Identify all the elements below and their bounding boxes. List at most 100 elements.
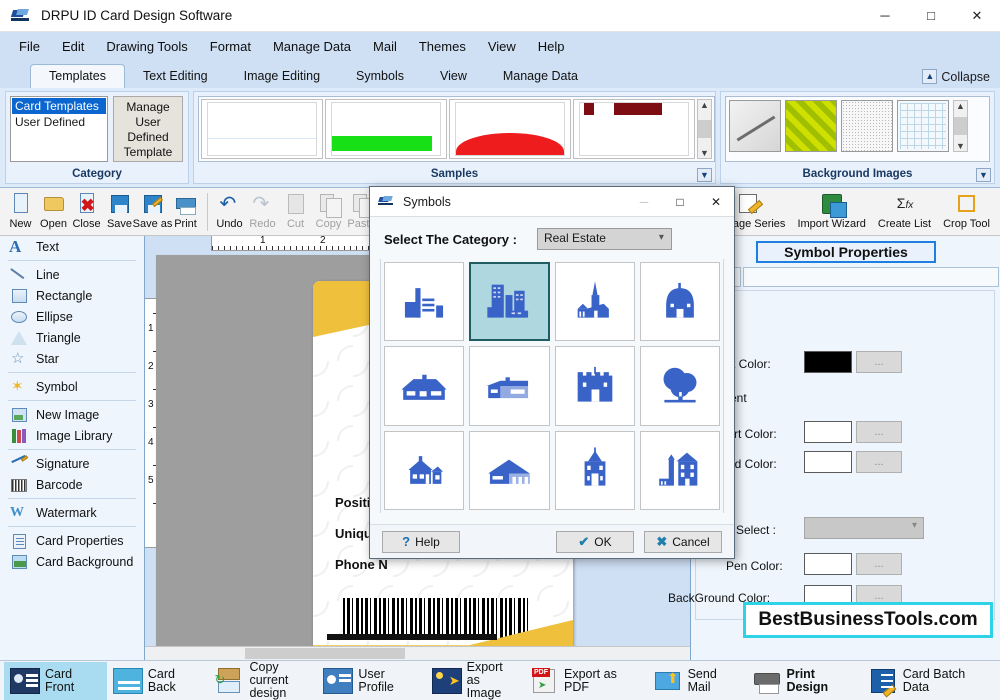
symbol-castle-icon[interactable] [554,346,635,426]
menu-view[interactable]: View [477,36,527,57]
tab-templates[interactable]: Templates [30,64,125,89]
bottom-user-profile-button[interactable]: User Profile [317,662,425,700]
symbol-bungalow-icon[interactable] [469,430,550,510]
scroll-up-icon[interactable]: ▲ [956,101,965,111]
card-field-phone[interactable]: Phone N [335,557,388,572]
menu-mail[interactable]: Mail [362,36,408,57]
background-image-4[interactable] [897,100,949,152]
symbol-tree-icon[interactable] [639,346,720,426]
tool-card-background[interactable]: Card Background [0,551,144,572]
pen-color-swatch[interactable] [804,553,852,575]
background-image-3[interactable] [841,100,893,152]
symbol-chapel-icon[interactable] [554,430,635,510]
tool-ellipse[interactable]: Ellipse [0,306,144,327]
menu-format[interactable]: Format [199,36,262,57]
toolbar-import-wizard-button[interactable]: Import Wizard [791,189,871,235]
select-color-swatch[interactable] [804,351,852,373]
scroll-thumb[interactable] [245,648,405,659]
fill-style-select[interactable] [804,517,924,539]
symbols-minimize-button[interactable]: ─ [626,187,662,216]
scroll-thumb[interactable] [954,117,967,135]
tool-triangle[interactable]: Triangle [0,327,144,348]
tab-symbols[interactable]: Symbols [338,65,422,88]
card-barcode[interactable] [343,598,528,638]
bottom-card-batch-data-button[interactable]: Card Batch Data [862,662,996,700]
toolbar-copy-button[interactable]: Copy [312,189,345,235]
toolbar-crop-tool-button[interactable]: Crop Tool [937,189,996,235]
bottom-card-front-button[interactable]: Card Front [4,661,107,700]
symbol-church-steeple-icon[interactable] [554,262,635,342]
menu-file[interactable]: File [8,36,51,57]
manage-user-defined-template-button[interactable]: Manage User Defined Template [113,96,183,162]
toolbar-open-button[interactable]: Open [37,189,70,235]
symbol-barn-icon[interactable] [639,262,720,342]
toolbar-save-as-button[interactable]: Save as [133,189,172,235]
category-list[interactable]: Card Templates User Defined [10,96,108,162]
tab-image-editing[interactable]: Image Editing [226,65,338,88]
toolbar-save-button[interactable]: Save [103,189,136,235]
cancel-button[interactable]: ✖ Cancel [644,530,722,553]
bottom-send-mail-button[interactable]: Send Mail [647,662,746,700]
background-images-gallery[interactable]: ▲ ▼ [725,96,990,162]
tool-star[interactable]: ☆ Star [0,348,144,369]
tool-watermark[interactable]: W Watermark [0,502,144,523]
symbol-modern-house-icon[interactable] [469,346,550,426]
toolbar-print-button[interactable]: Print [169,189,202,235]
canvas-horizontal-scrollbar[interactable] [145,646,690,660]
tool-new-image[interactable]: New Image [0,404,144,425]
tool-image-library[interactable]: Image Library [0,425,144,446]
symbol-ranch-house-icon[interactable] [384,346,465,426]
toolbar-redo-button[interactable]: ↷ Redo [246,189,279,235]
bottom-export-pdf-button[interactable]: Export as PDF [523,662,647,700]
samples-more-button[interactable]: ▼ [697,168,712,182]
menu-help[interactable]: Help [527,36,576,57]
tool-card-properties[interactable]: Card Properties [0,530,144,551]
toolbar-new-button[interactable]: New [4,189,37,235]
samples-gallery[interactable]: ▲ ▼ [198,96,715,162]
symbol-city-buildings-icon[interactable] [469,262,550,342]
help-button[interactable]: ? Help [382,530,460,553]
end-color-swatch[interactable] [804,451,852,473]
category-option-card-templates[interactable]: Card Templates [12,98,106,114]
scroll-thumb[interactable] [698,120,711,138]
bottom-card-back-button[interactable]: Card Back [107,662,209,700]
ok-button[interactable]: ✔ OK [556,530,634,553]
minimize-button[interactable]: ─ [862,0,908,32]
sample-template-1[interactable] [201,99,323,159]
sample-template-2[interactable] [325,99,447,159]
symbol-factory-icon[interactable] [384,262,465,342]
end-color-browse-button[interactable]: ... [856,451,902,473]
background-image-1[interactable] [729,100,781,152]
start-color-swatch[interactable] [804,421,852,443]
sample-template-3[interactable] [449,99,571,159]
toolbar-create-list-button[interactable]: Σfx Create List [872,189,937,235]
menu-edit[interactable]: Edit [51,36,95,57]
tab-manage-data[interactable]: Manage Data [485,65,596,88]
tool-symbol[interactable]: ✶ Symbol [0,376,144,397]
sample-template-4[interactable] [573,99,695,159]
symbol-cottage-icon[interactable] [384,430,465,510]
toolbar-undo-button[interactable]: ↶ Undo [213,189,246,235]
symbol-mansion-icon[interactable] [639,430,720,510]
tool-barcode[interactable]: Barcode [0,474,144,495]
tool-signature[interactable]: Signature [0,453,144,474]
tab-text-editing[interactable]: Text Editing [125,65,226,88]
category-dropdown[interactable]: Real Estate [536,228,672,250]
properties-tab-secondary[interactable] [743,267,999,287]
scroll-down-icon[interactable]: ▼ [700,148,709,158]
symbols-maximize-button[interactable]: □ [662,187,698,216]
symbols-close-button[interactable]: ✕ [698,187,734,216]
samples-scrollbar[interactable]: ▲ ▼ [697,99,712,159]
pen-color-browse-button[interactable]: ... [856,553,902,575]
bottom-export-image-button[interactable]: Export as Image [426,661,523,700]
bottom-copy-design-button[interactable]: ↻ Copy current design [208,661,317,700]
close-button[interactable]: ✕ [954,0,1000,32]
menu-drawing-tools[interactable]: Drawing Tools [95,36,198,57]
maximize-button[interactable]: □ [908,0,954,32]
collapse-ribbon-button[interactable]: ▲ Collapse [922,69,990,88]
scroll-down-icon[interactable]: ▼ [956,141,965,151]
menu-manage-data[interactable]: Manage Data [262,36,362,57]
background-image-2[interactable] [785,100,837,152]
bottom-print-design-button[interactable]: Print Design [746,662,862,700]
toolbar-close-button[interactable]: ✖ Close [70,189,103,235]
